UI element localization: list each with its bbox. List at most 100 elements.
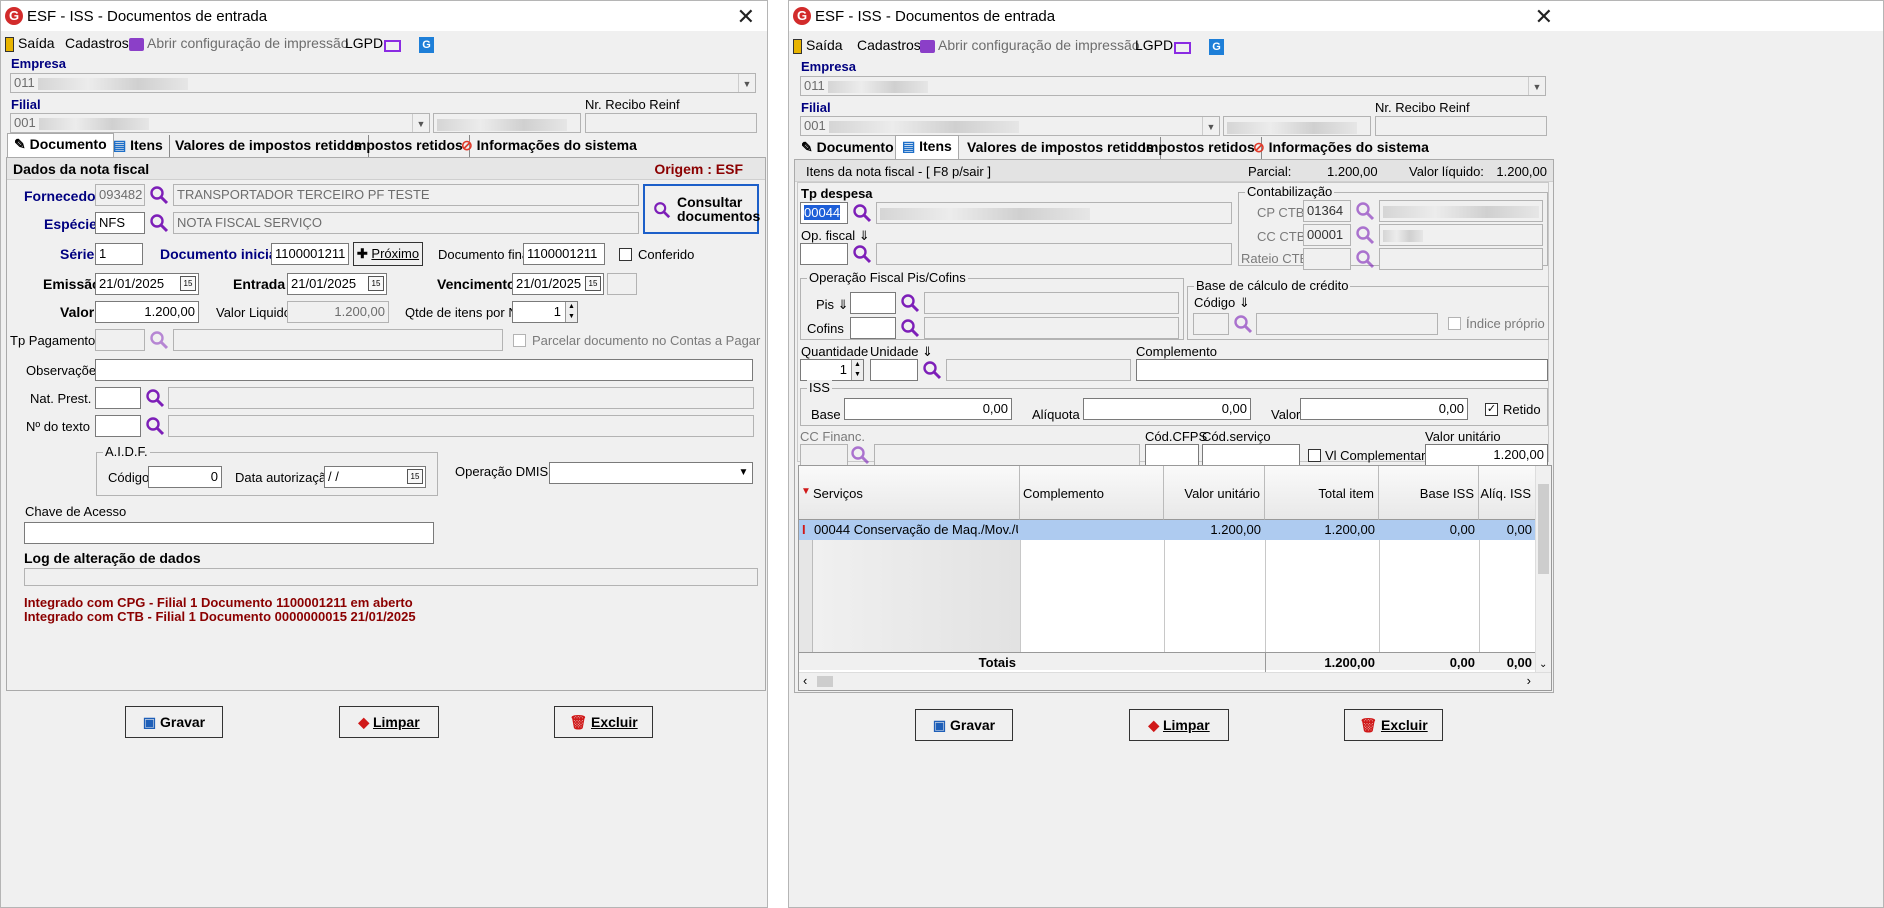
cod-servico-field[interactable] [1202,444,1300,466]
grid-header[interactable]: Total item [1265,466,1379,520]
menu-abrir-config[interactable]: Abrir configuração de impressão [129,35,349,51]
search-icon[interactable] [852,203,872,223]
emissao-field[interactable]: 21/01/2025 15 [95,273,199,295]
excluir-button[interactable]: 🗑 Excluir [1344,709,1443,741]
recibo-field[interactable] [585,113,757,133]
search-icon[interactable] [149,330,169,350]
menu-cadastros[interactable]: Cadastros [857,37,921,53]
rateio-ctb-field[interactable] [1303,248,1351,270]
op-fiscal-field[interactable] [800,243,848,265]
consultar-documentos-button[interactable]: Consultar documentos [643,184,760,234]
search-icon[interactable] [149,185,169,205]
complemento-field[interactable] [1136,359,1548,381]
iss-aliquota-field[interactable]: 0,00 [1083,398,1251,420]
search-icon[interactable] [1355,249,1375,269]
indice-proprio-checkbox[interactable] [1448,317,1461,330]
monitor-icon[interactable] [384,37,401,53]
menu-saida[interactable]: Saída [5,35,55,52]
gravar-button[interactable]: ▣ Gravar [125,706,223,738]
grid-header[interactable]: Valor unitário [1164,466,1265,520]
tab-itens[interactable]: ▤ Itens [895,135,959,159]
limpar-button[interactable]: ◆ Limpar [1129,709,1229,741]
chave-field[interactable] [24,522,434,544]
tab-documento[interactable]: ✎ Documento [7,133,114,157]
search-icon[interactable] [900,318,920,338]
operacao-dmiss-select[interactable]: ▼ [549,462,753,484]
grid-header[interactable]: Alíq. ISS [1479,466,1536,520]
cc-ctb-field[interactable]: 00001 [1303,224,1351,246]
search-icon[interactable] [1355,225,1375,245]
iss-base-field[interactable]: 0,00 [844,398,1012,420]
limpar-button[interactable]: ◆ Limpar [339,706,439,738]
cc-financ-field[interactable] [800,444,848,466]
parcelar-checkbox[interactable] [513,334,526,347]
tab-valores-impostos[interactable]: Valores de impostos retidos [169,135,369,157]
scrollbar-thumb[interactable] [817,676,833,687]
excluir-button[interactable]: 🗑 Excluir [554,706,653,738]
search-icon[interactable] [145,388,165,408]
tab-impostos-retidos[interactable]: Impostos retidos [1136,137,1262,159]
unidade-field[interactable] [870,359,918,381]
stepper-arrows-icon[interactable]: ▲ ▼ [851,360,863,380]
entrada-field[interactable]: 21/01/2025 15 [287,273,387,295]
search-icon[interactable] [1233,314,1253,334]
grid-header[interactable]: Complemento [1020,466,1164,520]
grid-header[interactable]: ▼ Serviços [799,466,1020,520]
tab-valores-impostos[interactable]: Valores de impostos retidos [961,137,1161,159]
vl-complementares-checkbox[interactable] [1308,449,1321,462]
retido-checkbox[interactable]: ✓ [1485,403,1498,416]
menu-lgpd[interactable]: LGPD [1135,37,1173,53]
brand-g-icon[interactable]: G [1209,38,1224,56]
chevron-down-icon[interactable]: ⌄ [1539,659,1547,670]
base-codigo-field[interactable] [1193,313,1229,335]
tab-info-sistema[interactable]: ⊘ Informações do sistema [1247,137,1435,159]
doc-final-field[interactable]: 1100001211 [523,243,605,265]
stepper-arrows-icon[interactable]: ▲ ▼ [565,302,577,322]
calendar-icon[interactable]: 15 [585,276,601,291]
empresa-select[interactable]: 011 ▼ [10,73,756,93]
monitor-icon[interactable] [1174,39,1191,55]
menu-abrir-config[interactable]: Abrir configuração de impressão [920,37,1140,53]
chevron-left-icon[interactable]: ‹ [803,673,807,688]
vencimento-field[interactable]: 21/01/2025 15 [512,273,604,295]
search-icon[interactable] [852,244,872,264]
filial-select[interactable]: 001 ▼ [10,113,430,133]
menu-cadastros[interactable]: Cadastros [65,35,129,51]
tp-pagamento-field[interactable] [95,329,145,351]
quantidade-field[interactable]: 1 ▲ ▼ [800,359,864,381]
qtde-field[interactable]: 1 ▲ ▼ [512,301,578,323]
doc-inicial-field[interactable]: 1100001211 [271,243,349,265]
search-icon[interactable] [900,293,920,313]
filial-select[interactable]: 001 ▼ [800,116,1220,136]
aidf-codigo-field[interactable]: 0 [148,466,222,488]
recibo-field[interactable] [1375,116,1547,136]
tab-itens[interactable]: ▤ Itens [107,135,170,157]
vertical-scrollbar[interactable]: ⌄ [1535,466,1551,672]
chevron-right-icon[interactable]: › [1527,673,1531,688]
tab-info-sistema[interactable]: ⊘ Informações do sistema [455,135,643,157]
gravar-button[interactable]: ▣ Gravar [915,709,1013,741]
cod-cfps-field[interactable] [1145,444,1199,466]
search-icon[interactable] [1355,201,1375,221]
aidf-data-field[interactable]: / /15 [324,466,426,488]
search-icon[interactable] [149,213,169,233]
nat-prest-field[interactable] [95,387,141,409]
serie-field[interactable]: 1 [95,243,143,265]
tab-impostos-retidos[interactable]: Impostos retidos [344,135,470,157]
observacoes-field[interactable] [95,359,753,381]
calendar-icon[interactable]: 15 [180,276,196,291]
valor-field[interactable]: 1.200,00 [95,301,199,323]
calendar-icon[interactable]: 15 [368,276,384,291]
proximo-button[interactable]: ✚ Próximo [353,242,423,266]
grid-header[interactable]: Base ISS [1379,466,1479,520]
search-icon[interactable] [850,445,870,465]
brand-g-icon[interactable]: G [419,36,434,54]
empresa-select[interactable]: 011 ▼ [800,76,1546,96]
cofins-field[interactable] [850,317,896,339]
scrollbar-thumb[interactable] [1538,484,1549,574]
nr-texto-field[interactable] [95,415,141,437]
calendar-icon[interactable]: 15 [407,469,423,484]
tp-despesa-field[interactable]: 00044 [800,202,848,224]
fornecedor-code[interactable]: 093482 [95,184,145,206]
especie-code[interactable]: NFS [95,212,145,234]
